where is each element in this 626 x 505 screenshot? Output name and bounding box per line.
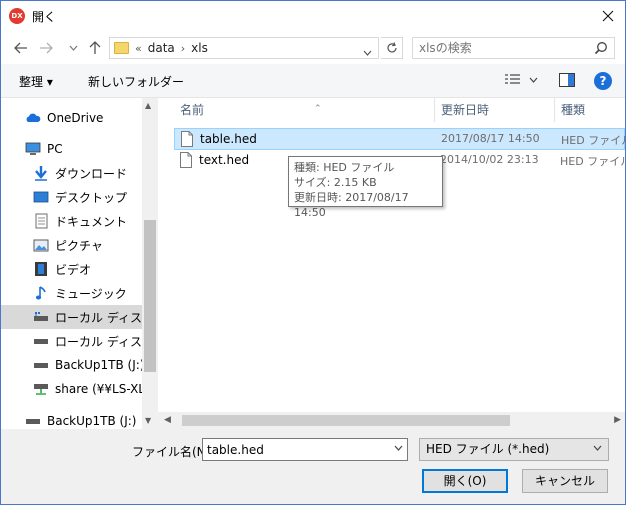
address-row: « data › xls (1, 32, 625, 64)
nav-item-local-disk-d[interactable]: ローカル ディスク (D (1, 329, 142, 353)
arrow-up-icon (89, 41, 101, 54)
nav-item-desktop[interactable]: デスクトップ (1, 185, 142, 209)
nav-item-downloads[interactable]: ダウンロード (1, 161, 142, 185)
nav-item-backup-j-root[interactable]: BackUp1TB (J:) (1, 409, 142, 429)
title-bar: DX 開く (1, 1, 625, 32)
file-icon (180, 152, 192, 168)
filename-combobox (202, 438, 408, 461)
up-button[interactable] (85, 38, 105, 58)
tooltip-size: サイズ: 2.15 KB (294, 176, 377, 189)
folder-icon (114, 42, 129, 54)
nav-item-backup-j[interactable]: BackUp1TB (J:) (1, 353, 142, 377)
file-name: table.hed (200, 132, 257, 146)
drive-icon (33, 333, 49, 349)
nav-item-documents[interactable]: ドキュメント (1, 209, 142, 233)
scroll-right-icon[interactable]: ▶ (614, 415, 621, 425)
file-row-table-hed[interactable]: table.hed 2017/08/17 14:50 HED ファイル (174, 128, 625, 150)
address-bar[interactable]: « data › xls (109, 37, 379, 59)
nav-vertical-scrollbar[interactable]: ▲ ▼ (142, 98, 158, 429)
recent-locations-button[interactable] (63, 38, 83, 58)
file-list-horizontal-scrollbar[interactable]: ◀ ▶ (158, 412, 625, 429)
preview-pane-icon (559, 73, 575, 87)
column-header-name[interactable]: 名前 ⌃ (174, 98, 434, 122)
nav-item-music[interactable]: ミュージック (1, 281, 142, 305)
open-file-dialog: DX 開く « data › xls xlsの検索 整理 ▾ 新しいフォルダー … (0, 0, 626, 505)
new-folder-button[interactable]: 新しいフォルダー (88, 73, 184, 90)
file-name: text.hed (199, 153, 250, 167)
nav-item-share[interactable]: share (¥¥LS-XL2E (1, 377, 142, 401)
scroll-up-icon[interactable]: ▲ (145, 101, 151, 110)
arrow-left-icon (14, 42, 27, 54)
search-box (412, 37, 615, 59)
scroll-left-icon[interactable]: ◀ (164, 415, 171, 425)
onedrive-icon (25, 110, 41, 126)
close-button[interactable] (597, 5, 619, 27)
help-button[interactable]: ? (594, 72, 612, 90)
pictures-icon (33, 237, 49, 253)
filetype-value: HED ファイル (*.hed) (426, 442, 550, 456)
search-icon[interactable] (594, 41, 608, 55)
navigation-pane: OneDrive PC ダウンロード デスクトップ ドキュメント ピクチャ ビデ… (1, 98, 158, 429)
nav-item-videos[interactable]: ビデオ (1, 257, 142, 281)
forward-button[interactable] (36, 38, 56, 58)
drive-icon (33, 309, 49, 325)
file-type: HED ファイル (561, 134, 625, 147)
chevron-down-icon[interactable] (394, 445, 403, 451)
file-list: 名前 ⌃ 更新日時 種類 table.hed 2017/08/17 14:50 … (158, 98, 625, 429)
chevron-down-icon (69, 45, 77, 51)
column-header-type[interactable]: 種類 (554, 98, 625, 122)
file-date: 2017/08/17 14:50 (441, 132, 540, 145)
download-icon (33, 165, 49, 181)
video-icon (33, 261, 49, 277)
drive-icon (33, 357, 49, 373)
close-icon (602, 10, 614, 22)
chevron-down-icon (363, 50, 372, 56)
address-dropdown[interactable] (363, 45, 372, 59)
documents-icon (33, 213, 49, 229)
chevron-down-icon (593, 445, 602, 451)
network-drive-icon (33, 381, 49, 397)
nav-item-pictures[interactable]: ピクチャ (1, 233, 142, 257)
refresh-icon (386, 42, 397, 53)
open-button[interactable]: 開く(O) (422, 469, 508, 493)
tooltip-type: 種類: HED ファイル (294, 161, 395, 174)
desktop-icon (33, 189, 49, 205)
breadcrumb-overflow[interactable]: « (135, 42, 142, 55)
sort-ascending-icon: ⌃ (314, 104, 322, 114)
scroll-down-icon[interactable]: ▼ (145, 416, 151, 425)
cancel-button[interactable]: キャンセル (522, 469, 608, 493)
arrow-right-icon (40, 42, 53, 54)
file-date: 2014/10/02 23:13 (440, 153, 539, 166)
back-button[interactable] (11, 38, 31, 58)
organize-button[interactable]: 整理 ▾ (19, 73, 53, 90)
breadcrumb-data[interactable]: data (148, 41, 175, 55)
filetype-select[interactable]: HED ファイル (*.hed) (419, 438, 609, 461)
nav-item-pc[interactable]: PC (1, 137, 142, 161)
refresh-button[interactable] (381, 37, 403, 59)
command-bar: 整理 ▾ 新しいフォルダー ? (1, 64, 625, 98)
nav-item-local-disk-c[interactable]: ローカル ディスク (C (1, 305, 142, 329)
nav-scroll-thumb[interactable] (144, 220, 156, 372)
window-title: 開く (32, 10, 57, 24)
preview-pane-button[interactable] (559, 73, 575, 90)
view-options-button[interactable] (504, 73, 538, 90)
dialog-footer: ファイル名(N): HED ファイル (*.hed) 開く(O) キャンセル (1, 429, 625, 504)
pc-icon (25, 141, 41, 157)
search-input[interactable] (413, 38, 583, 58)
app-icon: DX (9, 8, 25, 24)
drive-icon (25, 413, 41, 429)
music-icon (33, 285, 49, 301)
breadcrumb-separator[interactable]: › (181, 42, 185, 55)
file-type: HED ファイル (560, 155, 625, 168)
details-view-icon (505, 74, 538, 84)
horizontal-scroll-thumb[interactable] (182, 415, 510, 426)
nav-item-onedrive[interactable]: OneDrive (1, 106, 142, 130)
breadcrumb-xls[interactable]: xls (191, 41, 208, 55)
file-icon (181, 131, 193, 147)
tooltip-modified: 更新日時: 2017/08/17 14:50 (294, 191, 409, 219)
filename-input[interactable] (203, 439, 383, 460)
file-info-tooltip: 種類: HED ファイル サイズ: 2.15 KB 更新日時: 2017/08/… (288, 156, 443, 219)
column-header-date[interactable]: 更新日時 (434, 98, 554, 122)
